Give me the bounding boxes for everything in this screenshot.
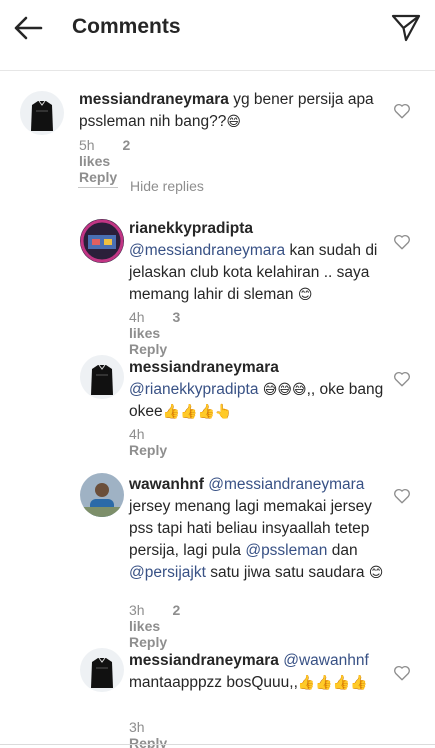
- back-arrow-icon[interactable]: [12, 12, 44, 44]
- comment-time: 3h: [129, 719, 145, 735]
- comment-text: messiandraneymara yg bener persija apa p…: [79, 89, 379, 133]
- mention-link[interactable]: @persijajkt: [129, 564, 206, 581]
- emoji: 😅😅😅: [262, 382, 307, 398]
- comment-text: messiandraneymara @rianekkypradipta 😅😅😅,,…: [129, 357, 387, 423]
- comment-text-segment: mantaapppzz bosQuuu,,: [129, 674, 298, 691]
- avatar[interactable]: [80, 473, 124, 517]
- reply-button[interactable]: Reply: [79, 169, 117, 185]
- comment-time: 5h: [79, 137, 95, 153]
- heart-icon[interactable]: [393, 664, 411, 682]
- mention-link[interactable]: @messiandraneymara: [208, 476, 364, 493]
- avatar[interactable]: [20, 91, 64, 135]
- hide-replies-label[interactable]: Hide replies: [130, 178, 204, 194]
- comment-username[interactable]: wawanhnf: [129, 476, 204, 493]
- comment-text: rianekkypradipta @messiandraneymara kan s…: [129, 218, 387, 306]
- comment-username[interactable]: messiandraneymara: [129, 652, 279, 669]
- comment-text: messiandraneymara @wawanhnf mantaapppzz …: [129, 650, 381, 694]
- mention-link[interactable]: @wawanhnf: [283, 652, 369, 669]
- comment-time: 3h: [129, 602, 145, 618]
- emoji: 😊: [297, 287, 313, 303]
- send-icon[interactable]: [390, 12, 422, 44]
- comment-username[interactable]: rianekkypradipta: [129, 220, 253, 237]
- comment-text-segment: satu jiwa satu saudara: [205, 564, 369, 581]
- reply-button[interactable]: Reply: [129, 634, 167, 650]
- heart-icon[interactable]: [393, 102, 411, 120]
- mention-link[interactable]: @pssleman: [245, 542, 327, 559]
- comment-body: @rianekkypradipta 😅😅😅,, oke bang okee👍👍👍…: [129, 381, 383, 420]
- avatar[interactable]: [80, 219, 124, 263]
- comment-body: @messiandraneymara kan sudah di jelaskan…: [129, 242, 377, 303]
- comment-meta: 3h 2 likes Reply: [129, 602, 191, 650]
- mention-link[interactable]: @messiandraneymara: [129, 242, 285, 259]
- heart-icon[interactable]: [393, 487, 411, 505]
- emoji: 👍👍👍👆: [162, 404, 233, 420]
- comment-time: 4h: [129, 309, 145, 325]
- comment-username[interactable]: messiandraneymara: [79, 91, 229, 108]
- mention-link[interactable]: @rianekkypradipta: [129, 381, 258, 398]
- reply-button[interactable]: Reply: [129, 735, 167, 748]
- reply-button[interactable]: Reply: [129, 442, 167, 458]
- bottom-divider: [0, 744, 435, 745]
- comment-time: 4h: [129, 426, 145, 442]
- comment-username[interactable]: messiandraneymara: [129, 359, 279, 376]
- comment-text: wawanhnf @messiandraneymara jersey menan…: [129, 474, 387, 584]
- avatar[interactable]: [80, 355, 124, 399]
- page-title: Comments: [72, 15, 181, 38]
- emoji: 😄: [226, 114, 241, 130]
- comment-text-segment: dan: [327, 542, 358, 559]
- comment-meta: 4h 3 likes Reply: [129, 309, 191, 357]
- reply-button[interactable]: Reply: [129, 341, 167, 357]
- hide-replies-line: [78, 187, 118, 188]
- avatar[interactable]: [80, 648, 124, 692]
- emoji: 👍👍👍👍: [297, 675, 368, 691]
- top-bar: Comments: [0, 0, 435, 56]
- comment-meta: 4h Reply: [129, 426, 191, 458]
- heart-icon[interactable]: [393, 233, 411, 251]
- heart-icon[interactable]: [393, 370, 411, 388]
- header-divider: [0, 70, 435, 71]
- emoji: 😊: [368, 565, 384, 581]
